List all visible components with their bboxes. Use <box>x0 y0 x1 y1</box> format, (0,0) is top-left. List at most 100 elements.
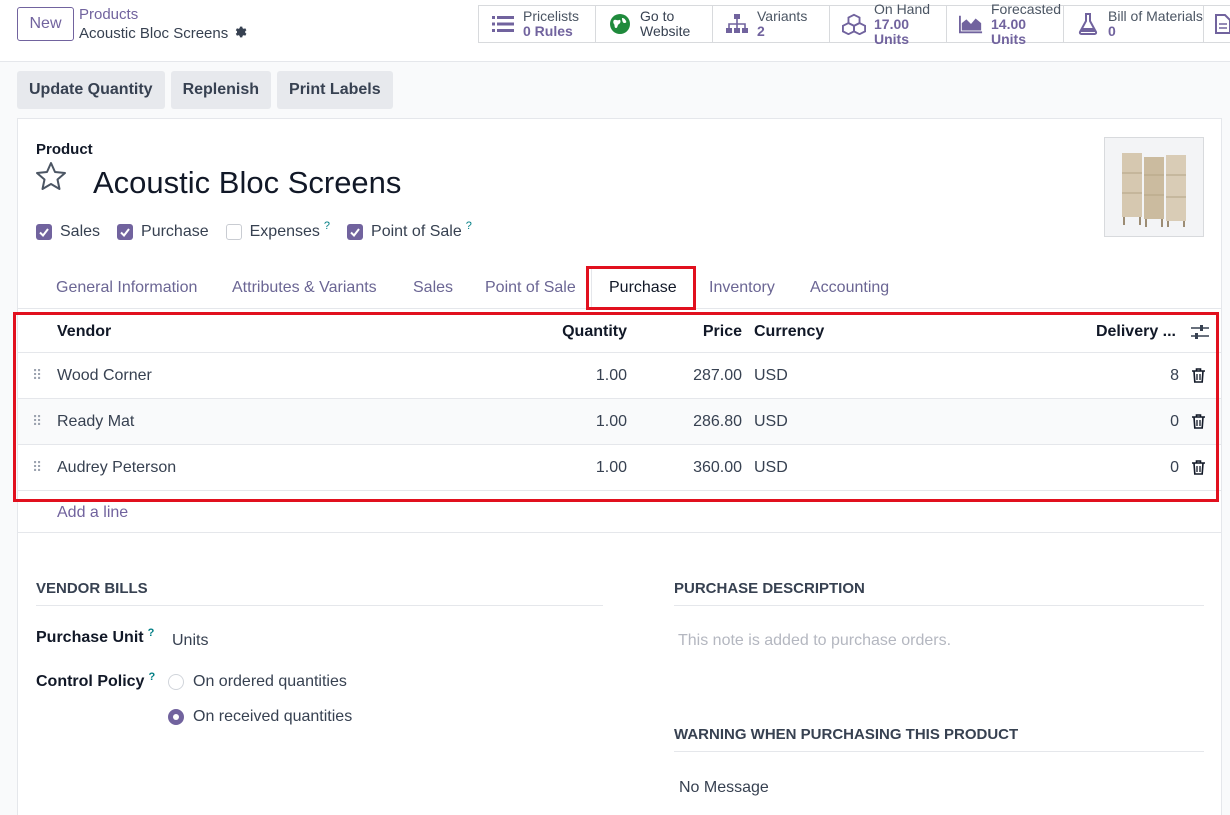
delivery-cell[interactable]: 8 <box>1170 353 1179 398</box>
help-icon[interactable]: ? <box>466 220 472 232</box>
warning-title: WARNING WHEN PURCHASING THIS PRODUCT <box>674 726 1204 752</box>
drag-handle-icon[interactable]: ⠿ <box>32 353 42 398</box>
radio-circle <box>168 674 184 690</box>
go-to-website-smart-button[interactable]: Go to Website <box>596 6 713 42</box>
tab-sales[interactable]: Sales <box>413 267 453 309</box>
forecasted-smart-button[interactable]: Forecasted 14.00 Units <box>947 1 1064 46</box>
flask-icon <box>1076 12 1100 36</box>
tab-accounting[interactable]: Accounting <box>810 267 889 309</box>
delivery-cell[interactable]: 0 <box>1170 445 1179 490</box>
trash-icon[interactable] <box>1192 353 1205 398</box>
quantity-cell[interactable]: 1.00 <box>596 353 627 398</box>
area-chart-icon <box>959 12 983 36</box>
vendor-cell[interactable]: Audrey Peterson <box>57 445 176 490</box>
new-button[interactable]: New <box>17 7 74 41</box>
help-icon[interactable]: ? <box>148 671 155 683</box>
pricelists-value: 0 Rules <box>523 23 573 39</box>
product-label: Product <box>36 141 93 158</box>
breadcrumb-current: Acoustic Bloc Screens <box>79 25 247 42</box>
product-image[interactable] <box>1104 137 1204 237</box>
quantity-cell[interactable]: 1.00 <box>596 399 627 444</box>
tab-general-information[interactable]: General Information <box>56 267 197 309</box>
price-cell[interactable]: 287.00 <box>693 353 742 398</box>
tab-inventory[interactable]: Inventory <box>709 267 775 309</box>
price-cell[interactable]: 286.80 <box>693 399 742 444</box>
variants-value: 2 <box>757 23 765 39</box>
drag-handle-icon[interactable]: ⠿ <box>32 399 42 444</box>
control-policy-label-text: Control Policy <box>36 673 145 690</box>
currency-cell[interactable]: USD <box>754 445 788 490</box>
table-header: Vendor Quantity Price Currency Delivery … <box>18 312 1221 353</box>
tab-purchase[interactable]: Purchase <box>591 267 695 309</box>
column-price[interactable]: Price <box>703 312 742 352</box>
trash-icon[interactable] <box>1192 399 1205 444</box>
purchase-description-field[interactable]: This note is added to purchase orders. <box>678 632 951 650</box>
quantity-cell[interactable]: 1.00 <box>596 445 627 490</box>
trash-icon[interactable] <box>1192 445 1205 490</box>
table-row[interactable]: ⠿ Wood Corner 1.00 287.00 USD 8 <box>18 353 1221 399</box>
replenish-button[interactable]: Replenish <box>170 71 272 109</box>
column-currency[interactable]: Currency <box>754 312 824 352</box>
check-icon <box>347 224 364 240</box>
point-of-sale-checkbox-label: Point of Sale <box>371 223 462 240</box>
price-cell[interactable]: 360.00 <box>693 445 742 490</box>
expenses-checkbox-label: Expenses <box>249 223 320 240</box>
add-a-line-link[interactable]: Add a line <box>57 504 128 522</box>
help-icon[interactable]: ? <box>148 627 155 639</box>
sales-checkbox-label: Sales <box>60 223 101 240</box>
column-delivery[interactable]: Delivery ... <box>1096 312 1176 352</box>
bill-of-materials-smart-button[interactable]: Bill of Materials 0 <box>1064 6 1204 42</box>
variants-smart-button[interactable]: Variants 2 <box>713 6 830 42</box>
radio-circle-selected <box>168 709 184 725</box>
breadcrumb-current-label: Acoustic Bloc Screens <box>79 25 229 42</box>
column-vendor[interactable]: Vendor <box>57 312 111 352</box>
point-of-sale-checkbox[interactable]: Point of Sale ? <box>347 220 472 241</box>
delivery-cell[interactable]: 0 <box>1170 399 1179 444</box>
expenses-checkbox[interactable]: Expenses ? <box>225 220 330 241</box>
on-hand-value: 17.00 Units <box>874 15 910 47</box>
on-hand-smart-button[interactable]: On Hand 17.00 Units <box>830 1 947 46</box>
more-smart-button[interactable] <box>1204 6 1230 42</box>
check-icon <box>117 224 134 240</box>
product-name-field[interactable]: Acoustic Bloc Screens <box>93 165 401 201</box>
table-row[interactable]: ⠿ Audrey Peterson 1.00 360.00 USD 0 <box>18 445 1221 491</box>
star-icon[interactable] <box>35 161 67 195</box>
variants-label: Variants <box>757 8 808 24</box>
bom-value: 0 <box>1108 23 1116 39</box>
radio-received-quantities[interactable]: On received quantities <box>168 708 352 726</box>
tab-attributes-variants[interactable]: Attributes & Variants <box>232 267 377 309</box>
smart-buttons: Pricelists 0 Rules Go to Website Variants 2… <box>478 1 1230 46</box>
update-quantity-button[interactable]: Update Quantity <box>17 71 165 109</box>
gear-icon[interactable] <box>233 25 247 42</box>
print-labels-button[interactable]: Print Labels <box>277 71 393 109</box>
on-hand-label: On Hand <box>874 0 931 17</box>
help-icon[interactable]: ? <box>324 220 330 232</box>
website-label-1: Go to <box>640 8 675 24</box>
vendor-cell[interactable]: Ready Mat <box>57 399 134 444</box>
radio-ordered-quantities[interactable]: On ordered quantities <box>168 673 347 691</box>
purchase-unit-label: Purchase Unit? <box>36 627 155 647</box>
control-policy-label: Control Policy? <box>36 671 155 691</box>
radio-ordered-label: On ordered quantities <box>193 673 347 690</box>
currency-cell[interactable]: USD <box>754 399 788 444</box>
currency-cell[interactable]: USD <box>754 353 788 398</box>
purchase-checkbox[interactable]: Purchase <box>117 223 209 241</box>
breadcrumb-products[interactable]: Products <box>79 6 138 23</box>
tab-point-of-sale[interactable]: Point of Sale <box>485 267 576 309</box>
radio-received-label: On received quantities <box>193 708 353 725</box>
check-icon <box>36 224 52 240</box>
sales-checkbox[interactable]: Sales <box>36 223 100 241</box>
warning-select[interactable]: No Message <box>679 779 769 797</box>
column-quantity[interactable]: Quantity <box>562 312 627 352</box>
purchase-checkbox-label: Purchase <box>141 223 209 240</box>
notebook-tabs: General Information Attributes & Variant… <box>18 267 1221 309</box>
table-row[interactable]: ⠿ Ready Mat 1.00 286.80 USD 0 <box>18 399 1221 445</box>
pricelists-smart-button[interactable]: Pricelists 0 Rules <box>479 6 596 42</box>
forecasted-label: Forecasted <box>991 0 1062 17</box>
purchase-unit-value[interactable]: Units <box>172 632 208 650</box>
column-settings-icon[interactable] <box>1191 312 1209 352</box>
list-icon <box>491 12 515 36</box>
drag-handle-icon[interactable]: ⠿ <box>32 445 42 490</box>
divider <box>18 532 1221 533</box>
vendor-cell[interactable]: Wood Corner <box>57 353 152 398</box>
